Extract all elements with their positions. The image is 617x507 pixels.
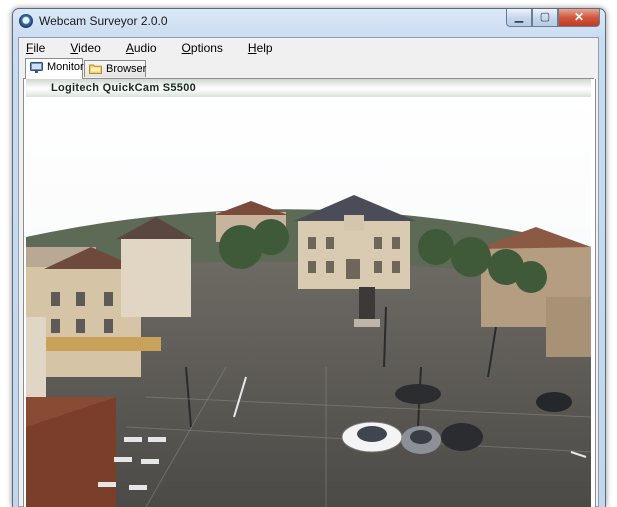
tab-monitor[interactable]: Monitor xyxy=(25,58,84,79)
menu-audio[interactable]: Audio xyxy=(126,38,157,58)
menu-options[interactable]: Options xyxy=(182,38,223,58)
webcam-feed[interactable] xyxy=(26,97,591,507)
folder-icon xyxy=(89,64,102,74)
menu-file[interactable]: File xyxy=(26,38,45,58)
close-button[interactable]: ✕ xyxy=(558,9,600,27)
camera-name: Logitech QuickCam S5500 xyxy=(51,82,197,94)
menu-bar: File Video Audio Options Help xyxy=(19,38,598,58)
app-window: Webcam Surveyor 2.0.0 ▁ ▢ ✕ File Video A… xyxy=(12,8,606,507)
menu-video[interactable]: Video xyxy=(70,38,100,58)
menu-help[interactable]: Help xyxy=(248,38,273,58)
caption-buttons: ▁ ▢ ✕ xyxy=(506,9,600,28)
maximize-button[interactable]: ▢ xyxy=(532,9,558,27)
title-bar[interactable]: Webcam Surveyor 2.0.0 ▁ ▢ ✕ xyxy=(13,9,605,35)
maximize-icon: ▢ xyxy=(539,11,551,23)
monitor-icon xyxy=(30,62,43,73)
camera-header: Logitech QuickCam S5500 xyxy=(26,79,591,97)
window-title: Webcam Surveyor 2.0.0 xyxy=(39,14,168,28)
minimize-icon: ▁ xyxy=(514,11,524,23)
monitor-panel: Logitech QuickCam S5500 xyxy=(23,79,596,507)
webcam-feed-image xyxy=(26,97,591,507)
close-icon: ✕ xyxy=(573,10,585,24)
tab-browser[interactable]: Browser xyxy=(84,60,146,77)
webcam-icon xyxy=(19,14,33,28)
tab-strip: Monitor Browser xyxy=(23,58,594,79)
minimize-button[interactable]: ▁ xyxy=(506,9,532,27)
client-area: File Video Audio Options Help Monitor Br… xyxy=(18,37,599,507)
tab-monitor-label: Monitor xyxy=(47,61,84,73)
tab-browser-label: Browser xyxy=(106,63,147,75)
